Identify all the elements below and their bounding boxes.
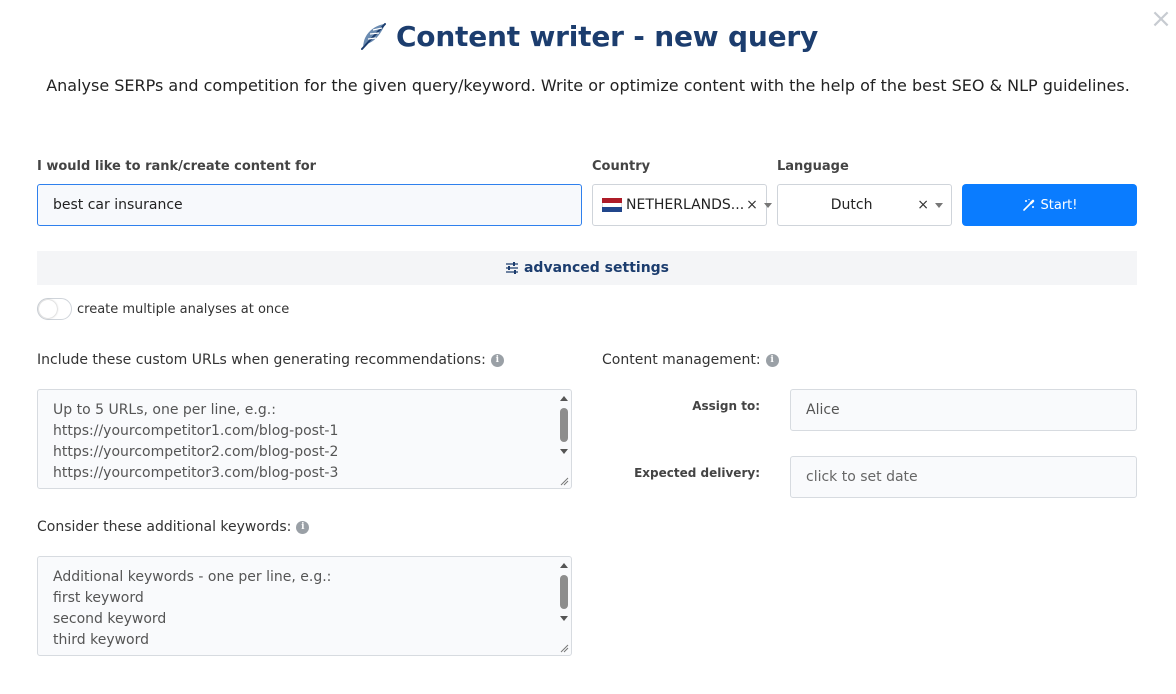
info-icon[interactable]: i bbox=[490, 353, 504, 367]
chevron-down-icon[interactable] bbox=[935, 202, 943, 208]
placeholder-line: Up to 5 URLs, one per line, e.g.: bbox=[53, 402, 276, 418]
additional-keywords-label: Consider these additional keywords: i bbox=[37, 519, 310, 535]
chevron-down-icon[interactable] bbox=[763, 202, 772, 208]
placeholder-line: Additional keywords - one per line, e.g.… bbox=[53, 569, 332, 585]
toggle-knob bbox=[39, 300, 57, 318]
multiple-analyses-row: create multiple analyses at once bbox=[37, 298, 289, 320]
query-input[interactable]: best car insurance bbox=[37, 184, 582, 226]
advanced-settings-toggle[interactable]: advanced settings bbox=[37, 251, 1137, 285]
language-clear-icon[interactable]: × bbox=[917, 197, 929, 213]
page-subtitle: Analyse SERPs and competition for the gi… bbox=[46, 76, 1130, 95]
assign-to-label: Assign to: bbox=[692, 399, 760, 413]
content-management-label: Content management: i bbox=[602, 352, 779, 368]
scroll-down-icon[interactable] bbox=[560, 449, 568, 454]
content-management-label-text: Content management: bbox=[602, 352, 761, 368]
resize-grip-icon[interactable] bbox=[560, 644, 569, 653]
info-icon[interactable]: i bbox=[296, 520, 310, 534]
multiple-analyses-label: create multiple analyses at once bbox=[77, 301, 290, 317]
custom-urls-label: Include these custom URLs when generatin… bbox=[37, 352, 504, 368]
placeholder-line: https://yourcompetitor3.com/blog-post-3 bbox=[53, 465, 339, 481]
country-label: Country bbox=[592, 159, 651, 174]
scrollbar[interactable] bbox=[559, 396, 569, 466]
country-value: NETHERLANDS... bbox=[626, 197, 745, 213]
title-row: Content writer - new query bbox=[0, 16, 1176, 56]
assign-to-input[interactable]: Alice bbox=[790, 389, 1137, 431]
language-label: Language bbox=[777, 159, 849, 174]
custom-urls-textarea[interactable]: Up to 5 URLs, one per line, e.g.: https:… bbox=[37, 389, 572, 489]
additional-keywords-textarea[interactable]: Additional keywords - one per line, e.g.… bbox=[37, 556, 572, 656]
placeholder-line: second keyword bbox=[53, 611, 167, 627]
placeholder-line: third keyword bbox=[53, 632, 150, 648]
custom-urls-label-text: Include these custom URLs when generatin… bbox=[37, 352, 486, 368]
placeholder-line: first keyword bbox=[53, 590, 144, 606]
scroll-down-icon[interactable] bbox=[560, 616, 568, 621]
placeholder-line: https://yourcompetitor1.com/blog-post-1 bbox=[53, 423, 339, 439]
expected-delivery-label: Expected delivery: bbox=[634, 466, 760, 480]
country-select[interactable]: NETHERLANDS... × bbox=[592, 184, 772, 226]
page-title: Content writer - new query bbox=[395, 19, 819, 53]
country-clear-icon[interactable]: × bbox=[746, 197, 758, 213]
start-button-label: Start! bbox=[1040, 197, 1078, 213]
scroll-thumb[interactable] bbox=[560, 408, 568, 442]
start-button[interactable]: Start! bbox=[962, 184, 1137, 226]
scroll-up-icon[interactable] bbox=[560, 563, 568, 568]
netherlands-flag-icon bbox=[602, 198, 622, 213]
magic-wand-icon bbox=[1022, 199, 1034, 211]
advanced-settings-label: advanced settings bbox=[523, 260, 670, 276]
additional-keywords-label-text: Consider these additional keywords: bbox=[37, 519, 292, 535]
scroll-thumb[interactable] bbox=[560, 575, 568, 609]
scroll-up-icon[interactable] bbox=[560, 396, 568, 401]
info-icon[interactable]: i bbox=[765, 353, 779, 367]
language-select[interactable]: Dutch × bbox=[777, 184, 952, 226]
sliders-icon bbox=[505, 262, 518, 274]
resize-grip-icon[interactable] bbox=[560, 477, 569, 486]
new-query-dialog: × Content writer - new query Analyse SER… bbox=[0, 0, 1176, 694]
expected-delivery-input[interactable]: click to set date bbox=[790, 456, 1137, 498]
scrollbar[interactable] bbox=[559, 563, 569, 633]
feather-icon bbox=[360, 23, 386, 50]
query-label: I would like to rank/create content for bbox=[37, 159, 317, 174]
placeholder-line: https://yourcompetitor2.com/blog-post-2 bbox=[53, 444, 339, 460]
language-value: Dutch bbox=[830, 197, 873, 213]
multiple-analyses-toggle[interactable] bbox=[37, 298, 72, 320]
